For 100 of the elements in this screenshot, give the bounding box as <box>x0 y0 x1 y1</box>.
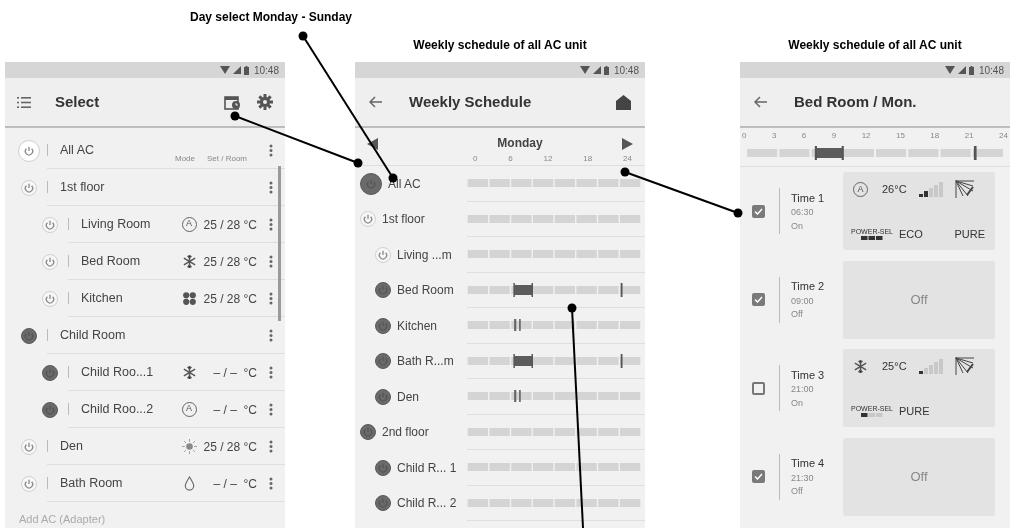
wifi-icon <box>579 66 590 74</box>
more-options-icon[interactable] <box>269 365 273 379</box>
schedule-row[interactable]: 2nd floor <box>355 414 645 450</box>
more-options-icon[interactable] <box>269 476 273 490</box>
schedule-bar[interactable] <box>467 282 641 297</box>
hour-tick: 24 <box>623 153 632 165</box>
ac-list-row[interactable]: 1st floor <box>5 169 285 206</box>
power-level-icon <box>861 236 883 240</box>
ac-name: Den <box>60 437 84 455</box>
divider <box>68 218 69 230</box>
power-button[interactable] <box>375 282 391 299</box>
hour-tick: 0 <box>742 130 747 142</box>
schedule-bar[interactable] <box>746 146 1004 160</box>
power-button[interactable] <box>375 459 391 476</box>
temperature-setting: 25 / 28 °C <box>203 218 257 232</box>
more-options-icon[interactable] <box>269 217 273 231</box>
schedule-bar[interactable] <box>467 353 641 368</box>
checkbox[interactable] <box>752 381 765 395</box>
timer-time: 21:00 <box>791 383 815 396</box>
checkbox[interactable] <box>752 204 765 218</box>
hour-tick: 21 <box>964 130 974 142</box>
checkmark-icon <box>754 473 763 481</box>
ac-list-row[interactable]: Bath Room – / – °C <box>5 465 285 502</box>
calendar-clock-icon[interactable] <box>224 94 241 110</box>
snowflake-icon <box>181 364 197 380</box>
hour-tick: 9 <box>831 130 837 142</box>
ac-list-row[interactable]: Child Room <box>5 317 285 354</box>
ac-name: Child Room <box>60 326 127 344</box>
temperature-setting: 25 / 28 °C <box>203 440 257 454</box>
schedule-row[interactable]: Bed Room <box>355 272 645 308</box>
schedule-row[interactable]: Child R... 2 <box>355 485 645 521</box>
divider <box>779 453 780 500</box>
more-options-icon[interactable] <box>269 254 273 268</box>
battery-icon <box>603 65 609 75</box>
snowflake-icon <box>181 253 197 269</box>
option-label: PURE <box>954 226 985 242</box>
more-options-icon[interactable] <box>269 291 273 305</box>
more-options-icon[interactable] <box>269 143 273 157</box>
back-arrow-icon[interactable] <box>369 96 383 108</box>
back-arrow-icon[interactable] <box>754 96 768 108</box>
ac-name: Child R... 1 <box>397 459 457 477</box>
schedule-row[interactable]: Kitchen <box>355 308 645 344</box>
schedule-bar[interactable] <box>467 318 641 333</box>
temperature-setting: 25 / 28 °C <box>203 255 257 269</box>
fan-icon <box>181 290 197 306</box>
ac-list-row[interactable]: Bed Room 25 / 28 °C <box>5 243 285 280</box>
checkbox[interactable] <box>752 293 765 307</box>
schedule-row[interactable]: Child R... 1 <box>355 450 645 486</box>
hour-tick: 6 <box>801 130 807 142</box>
settings-icon[interactable] <box>257 94 273 110</box>
ac-list-row[interactable]: All AC Mode Set / Room <box>5 132 285 169</box>
power-button[interactable] <box>42 364 58 381</box>
ac-list-row[interactable]: Living Room A 25 / 28 °C <box>5 206 285 243</box>
schedule-row[interactable]: Bath R...m <box>355 343 645 379</box>
divider <box>68 292 69 304</box>
ac-name: 1st floor <box>382 211 425 229</box>
ac-name: Child Roo...1 <box>81 363 155 381</box>
more-options-icon[interactable] <box>269 180 273 194</box>
status-time: 10:48 <box>613 63 639 78</box>
more-options-icon[interactable] <box>269 328 273 342</box>
status-time: 10:48 <box>978 63 1004 78</box>
hour-tick: 15 <box>896 130 905 142</box>
power-button[interactable] <box>42 401 58 418</box>
more-options-icon[interactable] <box>269 402 273 416</box>
ac-list-row[interactable]: Child Roo...2 A – / – °C <box>5 391 285 428</box>
snowflake-icon <box>853 358 868 374</box>
power-button[interactable] <box>360 172 382 195</box>
previous-day-arrow-icon[interactable] <box>367 138 378 150</box>
more-options-icon[interactable] <box>269 439 273 453</box>
next-day-arrow-icon[interactable] <box>622 138 633 150</box>
power-button[interactable] <box>21 327 37 344</box>
timer-state: Off <box>791 308 804 321</box>
ac-name: Kitchen <box>81 289 124 307</box>
home-icon[interactable] <box>616 94 631 110</box>
screen-title: Select <box>55 91 101 112</box>
ac-list-row[interactable]: Den 25 / 28 °C <box>5 428 285 465</box>
schedule-row[interactable]: Den <box>355 379 645 415</box>
hour-tick: 12 <box>861 130 871 142</box>
option-label: ECO <box>899 226 923 242</box>
ac-list-row[interactable]: Child Roo...1 – / – °C <box>5 354 285 391</box>
column-label: Mode <box>174 153 195 165</box>
menu-icon[interactable] <box>17 96 31 108</box>
power-button[interactable] <box>375 317 391 334</box>
temperature-value: 25°C <box>882 359 907 374</box>
power-button[interactable] <box>375 388 391 405</box>
divider <box>779 188 780 235</box>
temperature-setting: 25 / 28 °C <box>203 292 257 306</box>
divider <box>47 329 48 341</box>
power-button[interactable] <box>375 353 391 370</box>
hour-tick: 12 <box>543 153 553 165</box>
ac-list-row[interactable]: Kitchen 25 / 28 °C <box>5 280 285 317</box>
power-button[interactable] <box>375 495 391 512</box>
divider <box>779 365 780 412</box>
temperature-value: 26°C <box>882 182 907 197</box>
checkbox[interactable] <box>752 470 765 484</box>
checkmark-icon <box>754 296 763 304</box>
schedule-bar[interactable] <box>467 389 641 404</box>
ac-name: All AC <box>60 141 96 159</box>
hour-tick: 6 <box>508 153 513 165</box>
power-button[interactable] <box>360 424 376 441</box>
